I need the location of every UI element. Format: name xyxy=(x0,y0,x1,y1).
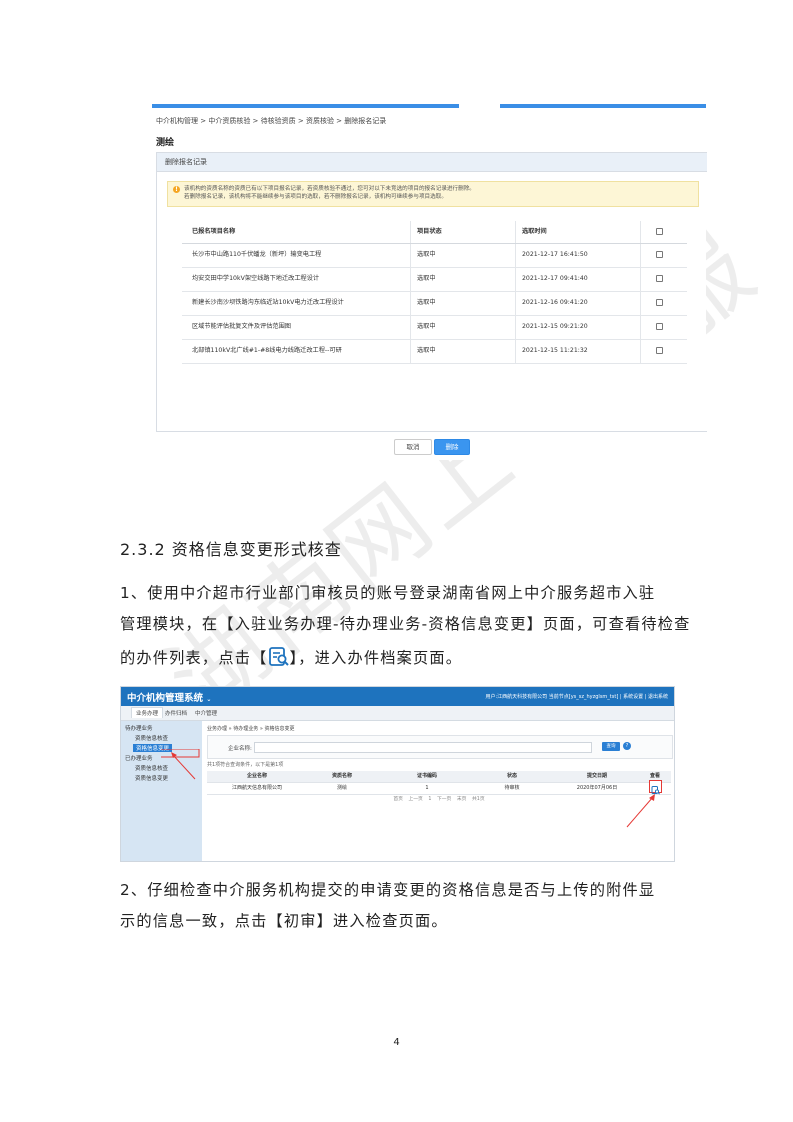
table-row: 北部镇110kV北广线#1-#8线电力线路迁改工程--可研 选取中 2021-1… xyxy=(182,340,687,364)
table-header: 已报名项目名称 项目状态 选取时间 xyxy=(182,221,687,244)
cell-time: 2021-12-15 11:21:32 xyxy=(522,347,588,354)
warning-line-1: 该机构的资质名称的资质已有以下项目报名记录，若资质核验不通过，您可对以下未竞选的… xyxy=(184,186,475,192)
query-button[interactable]: 查询 xyxy=(602,742,620,751)
row-checkbox[interactable] xyxy=(656,244,668,267)
cancel-button[interactable]: 取消 xyxy=(394,439,432,455)
delete-record-panel: 删除报名记录 ! 该机构的资质名称的资质已有以下项目报名记录，若资质核验不通过，… xyxy=(156,152,707,432)
sidebar-group-pending[interactable]: 待办理业务 xyxy=(125,724,153,732)
row-checkbox[interactable] xyxy=(656,268,668,291)
page-title: 测绘 xyxy=(156,138,175,148)
breadcrumb: 业务办理 » 待办理业务 » 资格信息变更 xyxy=(207,726,295,732)
cell-time: 2021-12-17 09:41:40 xyxy=(522,275,588,282)
top-accent-bar-right xyxy=(500,104,706,108)
red-arrow-view xyxy=(626,794,655,828)
pagination[interactable]: 首页 上一页 1 下一页 末页 共1页 xyxy=(207,795,671,802)
tab-agency[interactable]: 中介管理 xyxy=(195,709,217,717)
cell-company: 江西航天信息有限公司 xyxy=(231,785,282,791)
tab-business[interactable]: 业务办理 xyxy=(131,707,164,718)
cell-qualification: 测绘 xyxy=(336,785,347,791)
cell-project: 均安交田中学10kV架空线路下地迁改工程设计 xyxy=(192,275,320,282)
cell-project: 长沙市中山路110千伏蟠龙（新坪）输变电工程 xyxy=(192,251,322,258)
cell-project: 新建长沙南沙坝铁路沟东临近站10kV电力迁改工程设计 xyxy=(192,299,344,306)
cell-time: 2021-12-16 09:41:20 xyxy=(522,299,588,306)
help-icon[interactable]: ? xyxy=(623,742,631,750)
top-tabs: 业务办理 办件归档 中介管理 xyxy=(121,706,674,721)
warning-box: ! 该机构的资质名称的资质已有以下项目报名记录，若资质核验不通过，您可对以下未竞… xyxy=(167,181,699,207)
main-content: 业务办理 » 待办理业务 » 资格信息变更 企业名称: 查询 ? 共1项符合查询… xyxy=(207,723,673,859)
sidebar-item-qualification-check[interactable]: 资质信息核查 xyxy=(135,734,168,742)
section-heading: 2.3.2 资格信息变更形式核查 xyxy=(120,540,342,559)
delete-button[interactable]: 删除 xyxy=(434,439,470,455)
top-accent-bar-left xyxy=(152,104,459,108)
col-header-time: 选取时间 xyxy=(522,228,547,235)
row-checkbox[interactable] xyxy=(656,340,668,363)
paragraph-2-line-2: 示的信息一致，点击【初审】进入检查页面。 xyxy=(120,912,448,930)
paragraph-1-line-3: 的办件列表，点击【 】，进入办件档案页面。 xyxy=(120,643,462,674)
warning-line-2: 若删除报名记录，该机构将不能继续参与该项目的选取，若不删除报名记录，该机构可继续… xyxy=(184,194,447,200)
company-name-input[interactable] xyxy=(254,742,592,753)
paragraph-1-line-3-post: 】，进入办件档案页面。 xyxy=(289,649,463,667)
registration-table: 已报名项目名称 项目状态 选取时间 长沙市中山路110千伏蟠龙（新坪）输变电工程… xyxy=(182,221,687,364)
table-header: 企业名称 资质名称 证书编码 状态 提交日期 查看 xyxy=(207,771,671,783)
page-number: 4 xyxy=(393,1037,400,1048)
col-date: 提交日期 xyxy=(586,773,607,779)
table-row: 新建长沙南沙坝铁路沟东临近站10kV电力迁改工程设计 选取中 2021-12-1… xyxy=(182,292,687,316)
cell-time: 2021-12-15 09:21:20 xyxy=(522,323,588,330)
cell-status: 选取中 xyxy=(417,251,436,258)
row-checkbox[interactable] xyxy=(656,292,668,315)
company-name-label: 企业名称: xyxy=(228,746,252,752)
result-table: 企业名称 资质名称 证书编码 状态 提交日期 查看 江西航天信息有限公司 测绘 … xyxy=(207,771,671,795)
paragraph-1-line-1: 1、使用中介超市行业部门审核员的账号登录湖南省网上中介服务超市入驻 xyxy=(120,584,656,602)
cell-time: 2021-12-17 16:41:50 xyxy=(522,251,588,258)
col-status: 状态 xyxy=(506,773,517,779)
select-all-checkbox[interactable] xyxy=(656,221,668,243)
warning-icon: ! xyxy=(173,186,180,193)
col-company: 企业名称 xyxy=(246,773,267,779)
table-row: 区域节能评估批复文件及评估范围图 选取中 2021-12-15 09:21:20 xyxy=(182,316,687,340)
breadcrumb: 中介机构管理 > 中介资质核验 > 待核验资质 > 资质核验 > 删除报名记录 xyxy=(156,117,387,125)
cell-cert: 1 xyxy=(425,785,429,791)
sidebar: 待办理业务 资质信息核查 资格信息变更 已办理业务 资质信息核查 资质信息变更 xyxy=(121,721,202,861)
paragraph-2-line-1: 2、仔细检查中介服务机构提交的申请变更的资格信息是否与上传的附件显 xyxy=(120,881,656,899)
screenshot-agency-management: 中介机构管理系统 ⌄ 用户:江西航天科技有限公司 当前节点[ys_sz_hyzg… xyxy=(120,686,675,862)
col-qualification: 资质名称 xyxy=(331,773,352,779)
chevron-down-icon[interactable]: ⌄ xyxy=(206,696,211,703)
tab-archive[interactable]: 办件归档 xyxy=(165,709,187,717)
col-header-project: 已报名项目名称 xyxy=(192,228,236,235)
paragraph-1-line-3-pre: 的办件列表，点击【 xyxy=(120,649,268,667)
sidebar-group-done[interactable]: 已办理业务 xyxy=(125,754,153,762)
query-bar: 企业名称: 查询 ? xyxy=(207,735,673,759)
table-row: 均安交田中学10kV架空线路下地迁改工程设计 选取中 2021-12-17 09… xyxy=(182,268,687,292)
col-cert: 证书编码 xyxy=(416,773,437,779)
cell-project: 区域节能评估批复文件及评估范围图 xyxy=(192,323,291,330)
cell-project: 北部镇110kV北广线#1-#8线电力线路迁改工程--可研 xyxy=(192,347,342,354)
table-row: 江西航天信息有限公司 测绘 1 待审核 2020年07月06日 xyxy=(207,783,671,795)
red-arrow-sidebar xyxy=(161,749,200,780)
screenshot-delete-record: 中介机构管理 > 中介资质核验 > 待核验资质 > 资质核验 > 删除报名记录 … xyxy=(152,104,707,460)
col-header-status: 项目状态 xyxy=(417,228,442,235)
paragraph-1-line-2: 管理模块，在【入驻业务办理-待办理业务-资格信息变更】页面，可查看待检查 xyxy=(120,615,691,633)
cell-status: 选取中 xyxy=(417,299,436,306)
app-header: 中介机构管理系统 ⌄ 用户:江西航天科技有限公司 当前节点[ys_sz_hyzg… xyxy=(121,687,674,706)
warning-text: 该机构的资质名称的资质已有以下项目报名记录，若资质核验不通过，您可对以下未竞选的… xyxy=(184,185,475,201)
row-checkbox[interactable] xyxy=(656,316,668,339)
cell-status: 选取中 xyxy=(417,275,436,282)
cell-status: 选取中 xyxy=(417,323,436,330)
table-row: 长沙市中山路110千伏蟠龙（新坪）输变电工程 选取中 2021-12-17 16… xyxy=(182,244,687,268)
cell-status: 选取中 xyxy=(417,347,436,354)
result-count: 共1项符合查询条件，以下是第1项 xyxy=(207,762,284,768)
app-title: 中介机构管理系统 ⌄ xyxy=(127,693,212,704)
cell-status: 待审核 xyxy=(504,785,520,791)
header-user-info: 用户:江西航天科技有限公司 当前节点[ys_sz_hyzglsm_tst] | … xyxy=(485,694,668,700)
panel-title: 删除报名记录 xyxy=(157,153,707,172)
view-document-icon xyxy=(268,647,290,667)
